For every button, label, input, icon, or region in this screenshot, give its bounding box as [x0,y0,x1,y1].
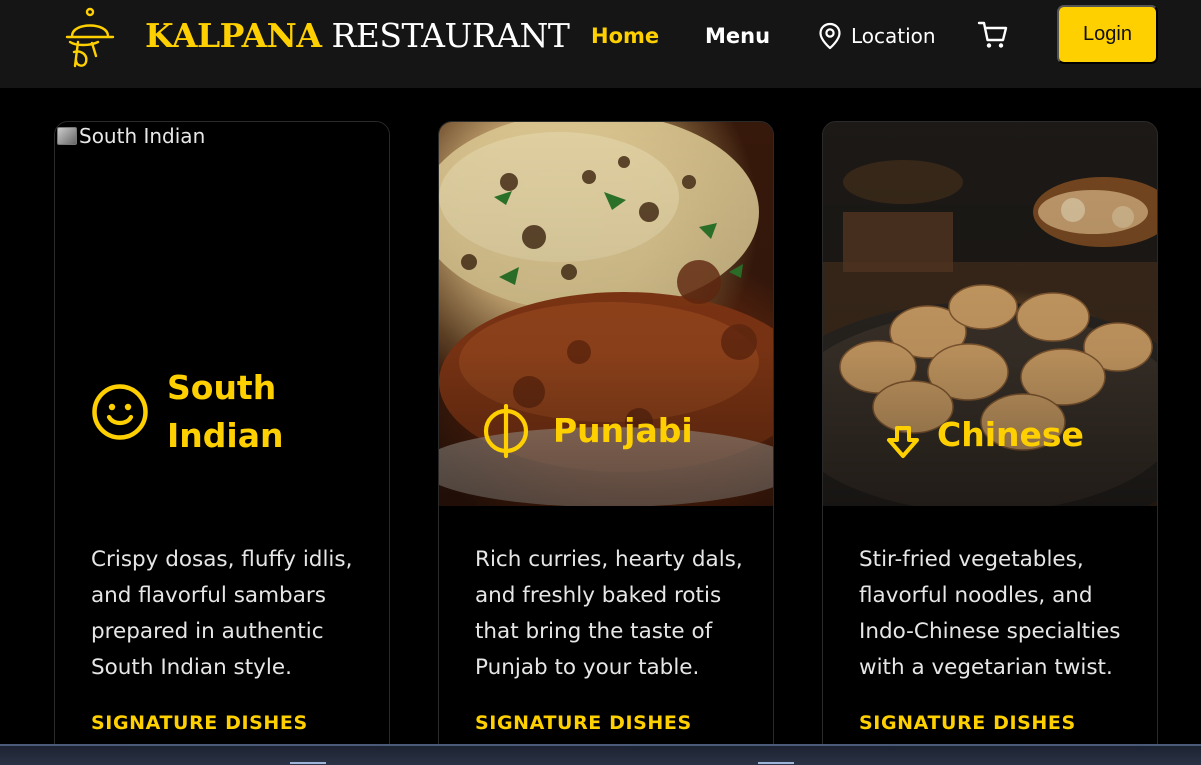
category-heading: Punjabi [481,404,693,458]
cart-icon[interactable] [977,19,1009,51]
category-heading: South Indian [91,364,297,460]
brand-name-part2: RESTAURANT [331,16,570,55]
nav-location-link[interactable]: Location [817,22,936,50]
category-title: Punjabi [553,411,693,450]
category-card-south-indian[interactable]: South Indian South Indian Crispy dosas, … [54,121,390,765]
category-title: South Indian [167,368,284,455]
image-alt-text: South Indian [79,124,206,148]
category-description: Rich curries, hearty dals, and freshly b… [475,547,743,680]
map-pin-icon [819,22,841,50]
category-description: Crispy dosas, fluffy idlis, and flavorfu… [91,547,353,680]
brand-name[interactable]: KALPANA RESTAURANT [145,16,570,56]
category-title: Chinese [937,415,1084,454]
smile-icon [92,384,148,440]
signature-dishes-label: SIGNATURE DISHES [859,712,1076,734]
broken-image-icon [57,127,77,145]
top-navbar: KALPANA RESTAURANT Home Menu Location Lo… [0,0,1201,88]
arrow-down-icon [887,426,919,458]
category-heading: Chinese [885,408,1084,462]
category-description: Stir-fried vegetables, flavorful noodles… [859,547,1121,680]
nav-home-link[interactable]: Home [591,23,659,49]
login-button[interactable]: Login [1057,5,1158,64]
category-card-chinese[interactable]: Chinese Stir-fried vegetables, flavorful… [822,121,1158,765]
os-taskbar [0,744,1201,765]
chef-cloche-icon[interactable] [62,6,118,68]
nav-location-label: Location [851,24,936,48]
category-card-punjabi[interactable]: Punjabi Rich curries, hearty dals, and f… [438,121,774,765]
signature-dishes-label: SIGNATURE DISHES [475,712,692,734]
nav-menu-link[interactable]: Menu [705,23,770,49]
brand-name-part1: KALPANA [145,16,322,55]
khanda-icon [483,404,529,458]
signature-dishes-label: SIGNATURE DISHES [91,712,308,734]
